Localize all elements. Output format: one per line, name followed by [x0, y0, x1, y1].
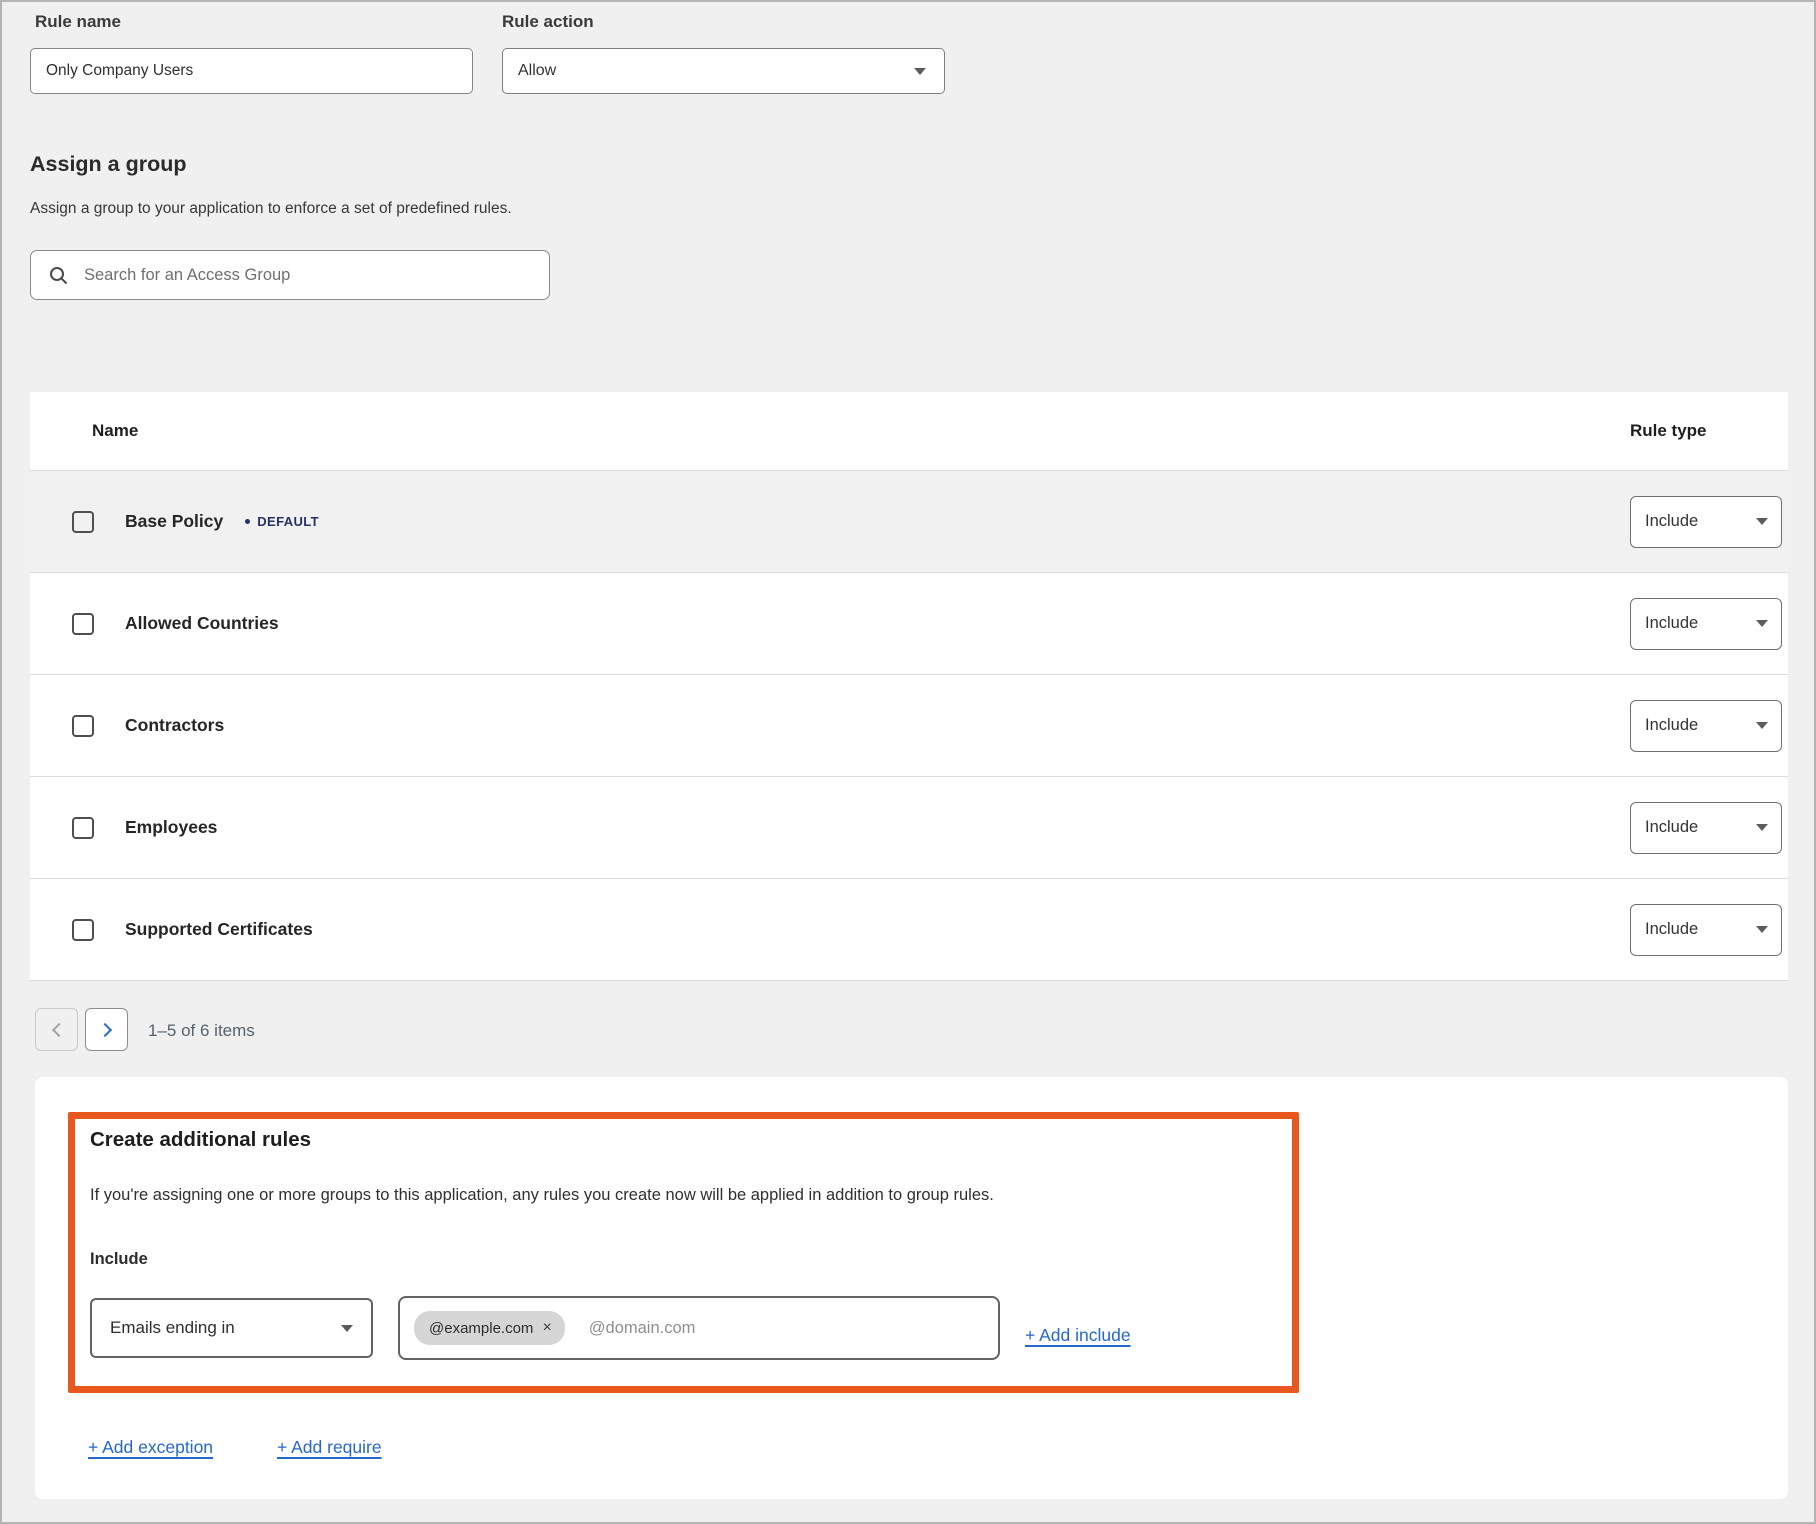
additional-rules-description: If you're assigning one or more groups t… [90, 1186, 994, 1205]
access-group-search[interactable] [30, 250, 550, 300]
chevron-left-icon [51, 1022, 65, 1036]
previous-page-button[interactable] [35, 1008, 78, 1051]
badge-label: DEFAULT [257, 514, 319, 529]
default-badge: DEFAULT [245, 514, 319, 529]
rule-name-input[interactable] [30, 48, 473, 94]
rule-type-select[interactable]: Include [1630, 802, 1782, 854]
email-domain-tag-input[interactable]: @example.com × [398, 1296, 1000, 1360]
tag-label: @example.com [429, 1320, 533, 1337]
add-require-link[interactable]: + Add require [277, 1437, 382, 1458]
rule-type-select[interactable]: Include [1630, 496, 1782, 548]
rule-type-value: Include [1645, 920, 1698, 939]
row-checkbox[interactable] [72, 919, 94, 941]
chevron-down-icon [1756, 518, 1768, 525]
rule-type-select[interactable]: Include [1630, 904, 1782, 956]
chevron-down-icon [1756, 722, 1768, 729]
additional-rules-title: Create additional rules [90, 1128, 311, 1152]
access-group-table: Name Rule type Base Policy DEFAULT Inclu… [30, 392, 1788, 981]
assign-group-title: Assign a group [30, 152, 186, 177]
group-name: Base Policy [125, 511, 223, 532]
table-row: Supported Certificates Include [30, 878, 1788, 980]
chevron-right-icon [97, 1022, 111, 1036]
table-row: Base Policy DEFAULT Include [30, 470, 1788, 572]
group-name: Supported Certificates [125, 919, 313, 940]
rule-type-value: Include [1645, 512, 1698, 531]
table-row: Allowed Countries Include [30, 572, 1788, 674]
chevron-down-icon [1756, 620, 1768, 627]
email-domain-tag: @example.com × [414, 1311, 565, 1345]
pagination-range: 1–5 of 6 items [148, 1021, 255, 1041]
table-header-row: Name Rule type [30, 392, 1788, 470]
rule-criteria-value: Emails ending in [110, 1318, 235, 1338]
remove-tag-icon[interactable]: × [542, 1320, 551, 1336]
rule-name-label: Rule name [35, 12, 121, 32]
group-name: Allowed Countries [125, 613, 279, 634]
rule-type-column-header: Rule type [1630, 421, 1788, 441]
rule-type-value: Include [1645, 716, 1698, 735]
rule-type-select[interactable]: Include [1630, 598, 1782, 650]
chevron-down-icon [914, 68, 926, 75]
access-rule-editor: Rule name Rule action Allow Assign a gro… [0, 0, 1816, 1524]
rule-type-select[interactable]: Include [1630, 700, 1782, 752]
row-checkbox[interactable] [72, 715, 94, 737]
add-exception-link[interactable]: + Add exception [88, 1437, 213, 1458]
chevron-down-icon [1756, 824, 1768, 831]
row-checkbox[interactable] [72, 613, 94, 635]
rule-type-value: Include [1645, 818, 1698, 837]
rule-action-value: Allow [518, 62, 556, 80]
search-icon [49, 266, 68, 285]
rule-action-select[interactable]: Allow [502, 48, 945, 94]
table-row: Contractors Include [30, 674, 1788, 776]
next-page-button[interactable] [85, 1008, 128, 1051]
row-checkbox[interactable] [72, 817, 94, 839]
assign-group-description: Assign a group to your application to en… [30, 200, 512, 218]
chevron-down-icon [1756, 926, 1768, 933]
group-name: Contractors [125, 715, 224, 736]
badge-dot-icon [245, 519, 250, 524]
group-name: Employees [125, 817, 217, 838]
email-domain-input[interactable] [587, 1318, 984, 1339]
include-section-label: Include [90, 1250, 148, 1269]
rule-type-value: Include [1645, 614, 1698, 633]
rule-action-label: Rule action [502, 12, 594, 32]
rule-criteria-select[interactable]: Emails ending in [90, 1298, 373, 1358]
search-input[interactable] [82, 265, 535, 286]
row-checkbox[interactable] [72, 511, 94, 533]
table-row: Employees Include [30, 776, 1788, 878]
chevron-down-icon [341, 1325, 353, 1332]
add-include-link[interactable]: + Add include [1025, 1325, 1131, 1346]
name-column-header: Name [30, 421, 1630, 441]
